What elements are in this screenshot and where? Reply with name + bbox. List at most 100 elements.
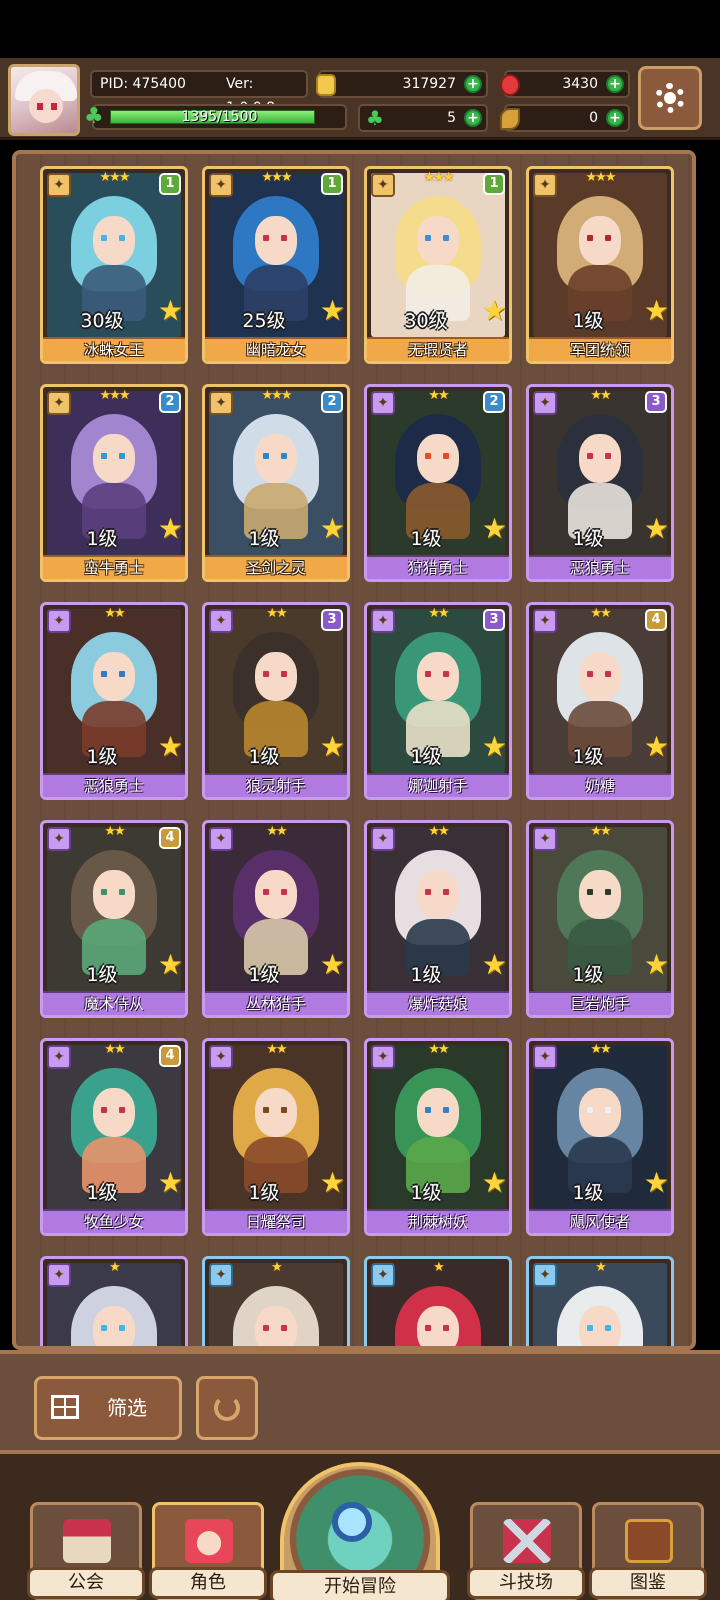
star-upgrade-icon[interactable]: ★ <box>158 1169 183 1197</box>
key-icon <box>500 108 520 130</box>
portrait-face <box>416 1087 460 1137</box>
portrait-face <box>92 1305 136 1346</box>
star-upgrade-icon[interactable]: ★ <box>482 733 507 761</box>
character-card[interactable]: ✦★★1级★▲飓风使者 <box>526 1038 674 1236</box>
portrait-eye <box>424 1325 431 1332</box>
guild-icon <box>63 1519 111 1563</box>
star-upgrade-icon[interactable]: ★ <box>644 515 669 543</box>
character-card[interactable]: ✦★★1级★▲日耀祭司 <box>202 1038 350 1236</box>
star-upgrade-icon[interactable]: ★ <box>158 297 183 325</box>
character-card[interactable]: ✦★★1级★▲爆炸菇娘 <box>364 820 512 1018</box>
character-card[interactable]: ✦ ★ <box>40 1256 188 1346</box>
rank-badge: 1 <box>483 173 505 195</box>
character-level: 30级 <box>404 310 448 332</box>
add-gem-button[interactable]: + <box>606 75 624 93</box>
star-upgrade-icon[interactable]: ★ <box>644 733 669 761</box>
portrait-eye <box>100 671 107 678</box>
star-upgrade-icon[interactable]: ★ <box>320 297 345 325</box>
character-name: 丛林猎手 <box>205 991 347 1015</box>
nav-arena[interactable]: 斗技场 <box>467 1502 585 1600</box>
nav-arena-label: 斗技场 <box>467 1567 585 1599</box>
character-level: 1级 <box>572 746 604 768</box>
star-upgrade-icon[interactable]: ★ <box>644 951 669 979</box>
star-upgrade-icon[interactable]: ★ <box>482 951 507 979</box>
star-rating: ★★ <box>590 1042 611 1057</box>
add-key-button[interactable]: + <box>606 109 624 127</box>
nav-character[interactable]: 角色 <box>149 1502 267 1600</box>
character-card[interactable]: ✦ ★ <box>526 1256 674 1346</box>
character-name: 冰蛛女王 <box>43 337 185 361</box>
gem-amount: 3430 <box>562 76 598 92</box>
refresh-button[interactable] <box>196 1376 258 1440</box>
star-upgrade-icon[interactable]: ★ <box>320 1169 345 1197</box>
settings-button[interactable] <box>638 66 702 130</box>
gem-counter: 3430 + <box>500 70 630 98</box>
character-card[interactable]: ✦ ★ <box>364 1256 512 1346</box>
portrait-eye <box>119 1107 126 1114</box>
rank-badge: 1 <box>159 173 181 195</box>
character-name: 狼灵射手 <box>205 773 347 797</box>
character-card[interactable]: ✦★★31级★▲狼灵射手 <box>202 602 350 800</box>
portrait-eye <box>586 235 593 242</box>
portrait-eye <box>262 671 269 678</box>
star-upgrade-icon[interactable]: ★ <box>644 297 669 325</box>
character-name: 魔术侍从 <box>43 991 185 1015</box>
nav-codex-label: 图鉴 <box>589 1567 707 1599</box>
character-card[interactable]: ✦★★1级★▲巨岩炮手 <box>526 820 674 1018</box>
character-card[interactable]: ✦★★1级★▲恶狼勇士 <box>40 602 188 800</box>
portrait-eye <box>262 1325 269 1332</box>
nav-codex[interactable]: 图鉴 <box>589 1502 707 1600</box>
player-avatar[interactable] <box>8 64 80 136</box>
star-rating: ★★ <box>428 824 449 839</box>
portrait-eye <box>424 235 431 242</box>
portrait-eye <box>281 1107 288 1114</box>
character-icon <box>185 1519 233 1563</box>
filter-button[interactable]: 筛选 <box>34 1376 182 1440</box>
star-upgrade-icon[interactable]: ★ <box>320 951 345 979</box>
character-card[interactable]: ✦ ★ <box>202 1256 350 1346</box>
character-name: 荆棘树妖 <box>367 1209 509 1233</box>
star-rating: ★★ <box>104 606 125 621</box>
character-card[interactable]: ✦★★41级★▲奶糖 <box>526 602 674 800</box>
nav-guild[interactable]: 公会 <box>27 1502 145 1600</box>
character-card[interactable]: ✦★★★1级★▲军团统领 <box>526 166 674 364</box>
star-upgrade-icon[interactable]: ★ <box>482 1169 507 1197</box>
experience-text: 1395/1500 <box>181 109 258 125</box>
star-upgrade-icon[interactable]: ★ <box>320 515 345 543</box>
star-rating: ★ <box>433 1260 445 1275</box>
character-card[interactable]: ✦★★★130级★▲冰蛛女王 <box>40 166 188 364</box>
character-card[interactable]: ✦★★★21级★▲蛮牛勇士 <box>40 384 188 582</box>
star-upgrade-icon[interactable]: ★ <box>482 297 507 325</box>
portrait-eye <box>100 889 107 896</box>
character-card[interactable]: ✦★★31级★▲恶狼勇士 <box>526 384 674 582</box>
star-upgrade-icon[interactable]: ★ <box>158 733 183 761</box>
character-card[interactable]: ✦★★★130级★▲无瑕贤者 <box>364 166 512 364</box>
character-card[interactable]: ✦★★★21级★▲圣剑之灵 <box>202 384 350 582</box>
portrait-face <box>416 215 460 265</box>
portrait-face <box>254 869 298 919</box>
character-card[interactable]: ✦★★1级★▲荆棘树妖 <box>364 1038 512 1236</box>
add-gold-button[interactable]: + <box>464 75 482 93</box>
character-card[interactable]: ✦★★★125级★▲幽暗龙女 <box>202 166 350 364</box>
avatar-eye <box>37 103 43 110</box>
character-card[interactable]: ✦★★21级★▲狩猎勇士 <box>364 384 512 582</box>
star-upgrade-icon[interactable]: ★ <box>158 951 183 979</box>
character-level: 30级 <box>80 310 124 332</box>
character-card[interactable]: ✦★★41级★▲魔术侍从 <box>40 820 188 1018</box>
nav-start-adventure[interactable]: 开始冒险 <box>270 1462 450 1600</box>
character-card[interactable]: ✦★★41级★▲牧鱼少女 <box>40 1038 188 1236</box>
character-card[interactable]: ✦★★31级★▲娜迦射手 <box>364 602 512 800</box>
character-card[interactable]: ✦★★1级★▲丛林猎手 <box>202 820 350 1018</box>
character-name: 日耀祭司 <box>205 1209 347 1233</box>
portrait-face <box>254 1087 298 1137</box>
gold-amount: 317927 <box>402 76 456 92</box>
star-upgrade-icon[interactable]: ★ <box>320 733 345 761</box>
star-rating: ★★ <box>428 1042 449 1057</box>
red-gem-icon <box>500 74 520 96</box>
portrait-face <box>254 651 298 701</box>
star-upgrade-icon[interactable]: ★ <box>644 1169 669 1197</box>
add-clover-button[interactable]: + <box>464 109 482 127</box>
star-upgrade-icon[interactable]: ★ <box>482 515 507 543</box>
rank-badge: 4 <box>645 609 667 631</box>
star-upgrade-icon[interactable]: ★ <box>158 515 183 543</box>
